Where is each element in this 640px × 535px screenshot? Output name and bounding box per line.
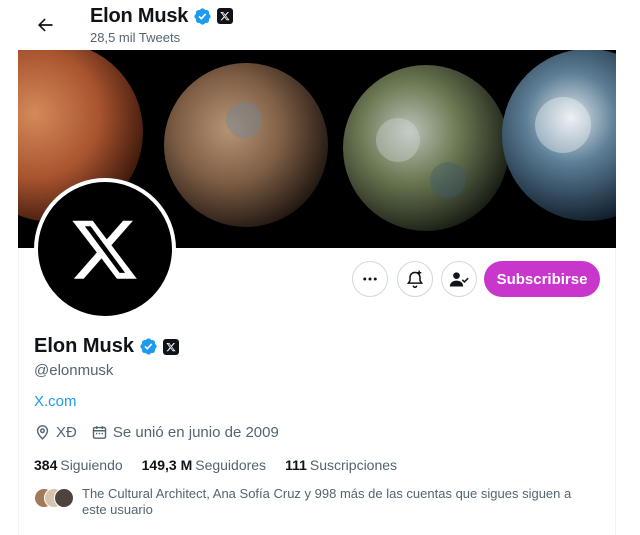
profile-avatar[interactable] bbox=[34, 178, 176, 320]
header-name: Elon Musk bbox=[90, 4, 189, 27]
following-label: Siguiendo bbox=[60, 457, 123, 473]
more-options-button[interactable] bbox=[352, 261, 388, 297]
notifications-button[interactable] bbox=[397, 261, 433, 297]
location-text: XĐ bbox=[56, 424, 77, 441]
profile-name-row: Elon Musk bbox=[34, 335, 180, 358]
avatar bbox=[54, 488, 74, 508]
x-affiliate-badge-icon[interactable] bbox=[163, 338, 180, 355]
profile-header-bar: Elon Musk 28,5 mil Tweets bbox=[0, 0, 640, 50]
x-affiliate-badge-icon bbox=[217, 8, 234, 24]
location-pin-icon bbox=[36, 425, 49, 440]
tweet-count: 28,5 mil Tweets bbox=[90, 30, 181, 45]
followers-count: 149,3 M bbox=[141, 457, 193, 473]
verified-badge-icon[interactable] bbox=[139, 337, 158, 356]
profile-handle: @elonmusk bbox=[34, 362, 114, 379]
bell-plus-icon bbox=[406, 270, 424, 289]
profile-meta: XĐ Se unió en junio de 2009 bbox=[34, 424, 293, 441]
calendar-icon bbox=[92, 426, 107, 439]
x-logo-icon bbox=[72, 220, 137, 279]
known-followers-text: The Cultural Architect, Ana Sofía Cruz y… bbox=[82, 486, 572, 517]
header-name-row: Elon Musk bbox=[90, 4, 234, 28]
subscriptions-stat[interactable]: 111 Suscripciones bbox=[285, 457, 397, 473]
user-check-icon bbox=[449, 272, 469, 287]
following-button[interactable] bbox=[441, 261, 477, 297]
location-item: XĐ bbox=[34, 424, 77, 441]
known-followers-avatars bbox=[34, 488, 74, 508]
following-count: 384 bbox=[34, 457, 58, 473]
subscribe-button[interactable]: Subscribirse bbox=[484, 261, 600, 297]
arrow-left-icon bbox=[38, 18, 53, 32]
joined-item: Se unió en junio de 2009 bbox=[91, 424, 279, 441]
followers-stat[interactable]: 149,3 M Seguidores bbox=[142, 457, 266, 473]
joined-text: Se unió en junio de 2009 bbox=[112, 424, 279, 441]
known-followers[interactable]: The Cultural Architect, Ana Sofía Cruz y… bbox=[34, 486, 594, 518]
back-button[interactable] bbox=[29, 9, 61, 41]
following-stat[interactable]: 384 Siguiendo bbox=[34, 457, 123, 473]
followers-label: Seguidores bbox=[195, 457, 267, 473]
profile-website-link[interactable]: X.com bbox=[34, 393, 77, 410]
subscriptions-label: Suscripciones bbox=[309, 457, 398, 473]
verified-badge-icon bbox=[194, 7, 211, 25]
profile-stats: 384 Siguiendo 149,3 M Seguidores 111 Suscri… bbox=[34, 457, 416, 473]
profile-name: Elon Musk bbox=[34, 335, 135, 357]
more-horizontal-icon bbox=[363, 277, 377, 281]
subscriptions-count: 111 bbox=[285, 457, 307, 473]
